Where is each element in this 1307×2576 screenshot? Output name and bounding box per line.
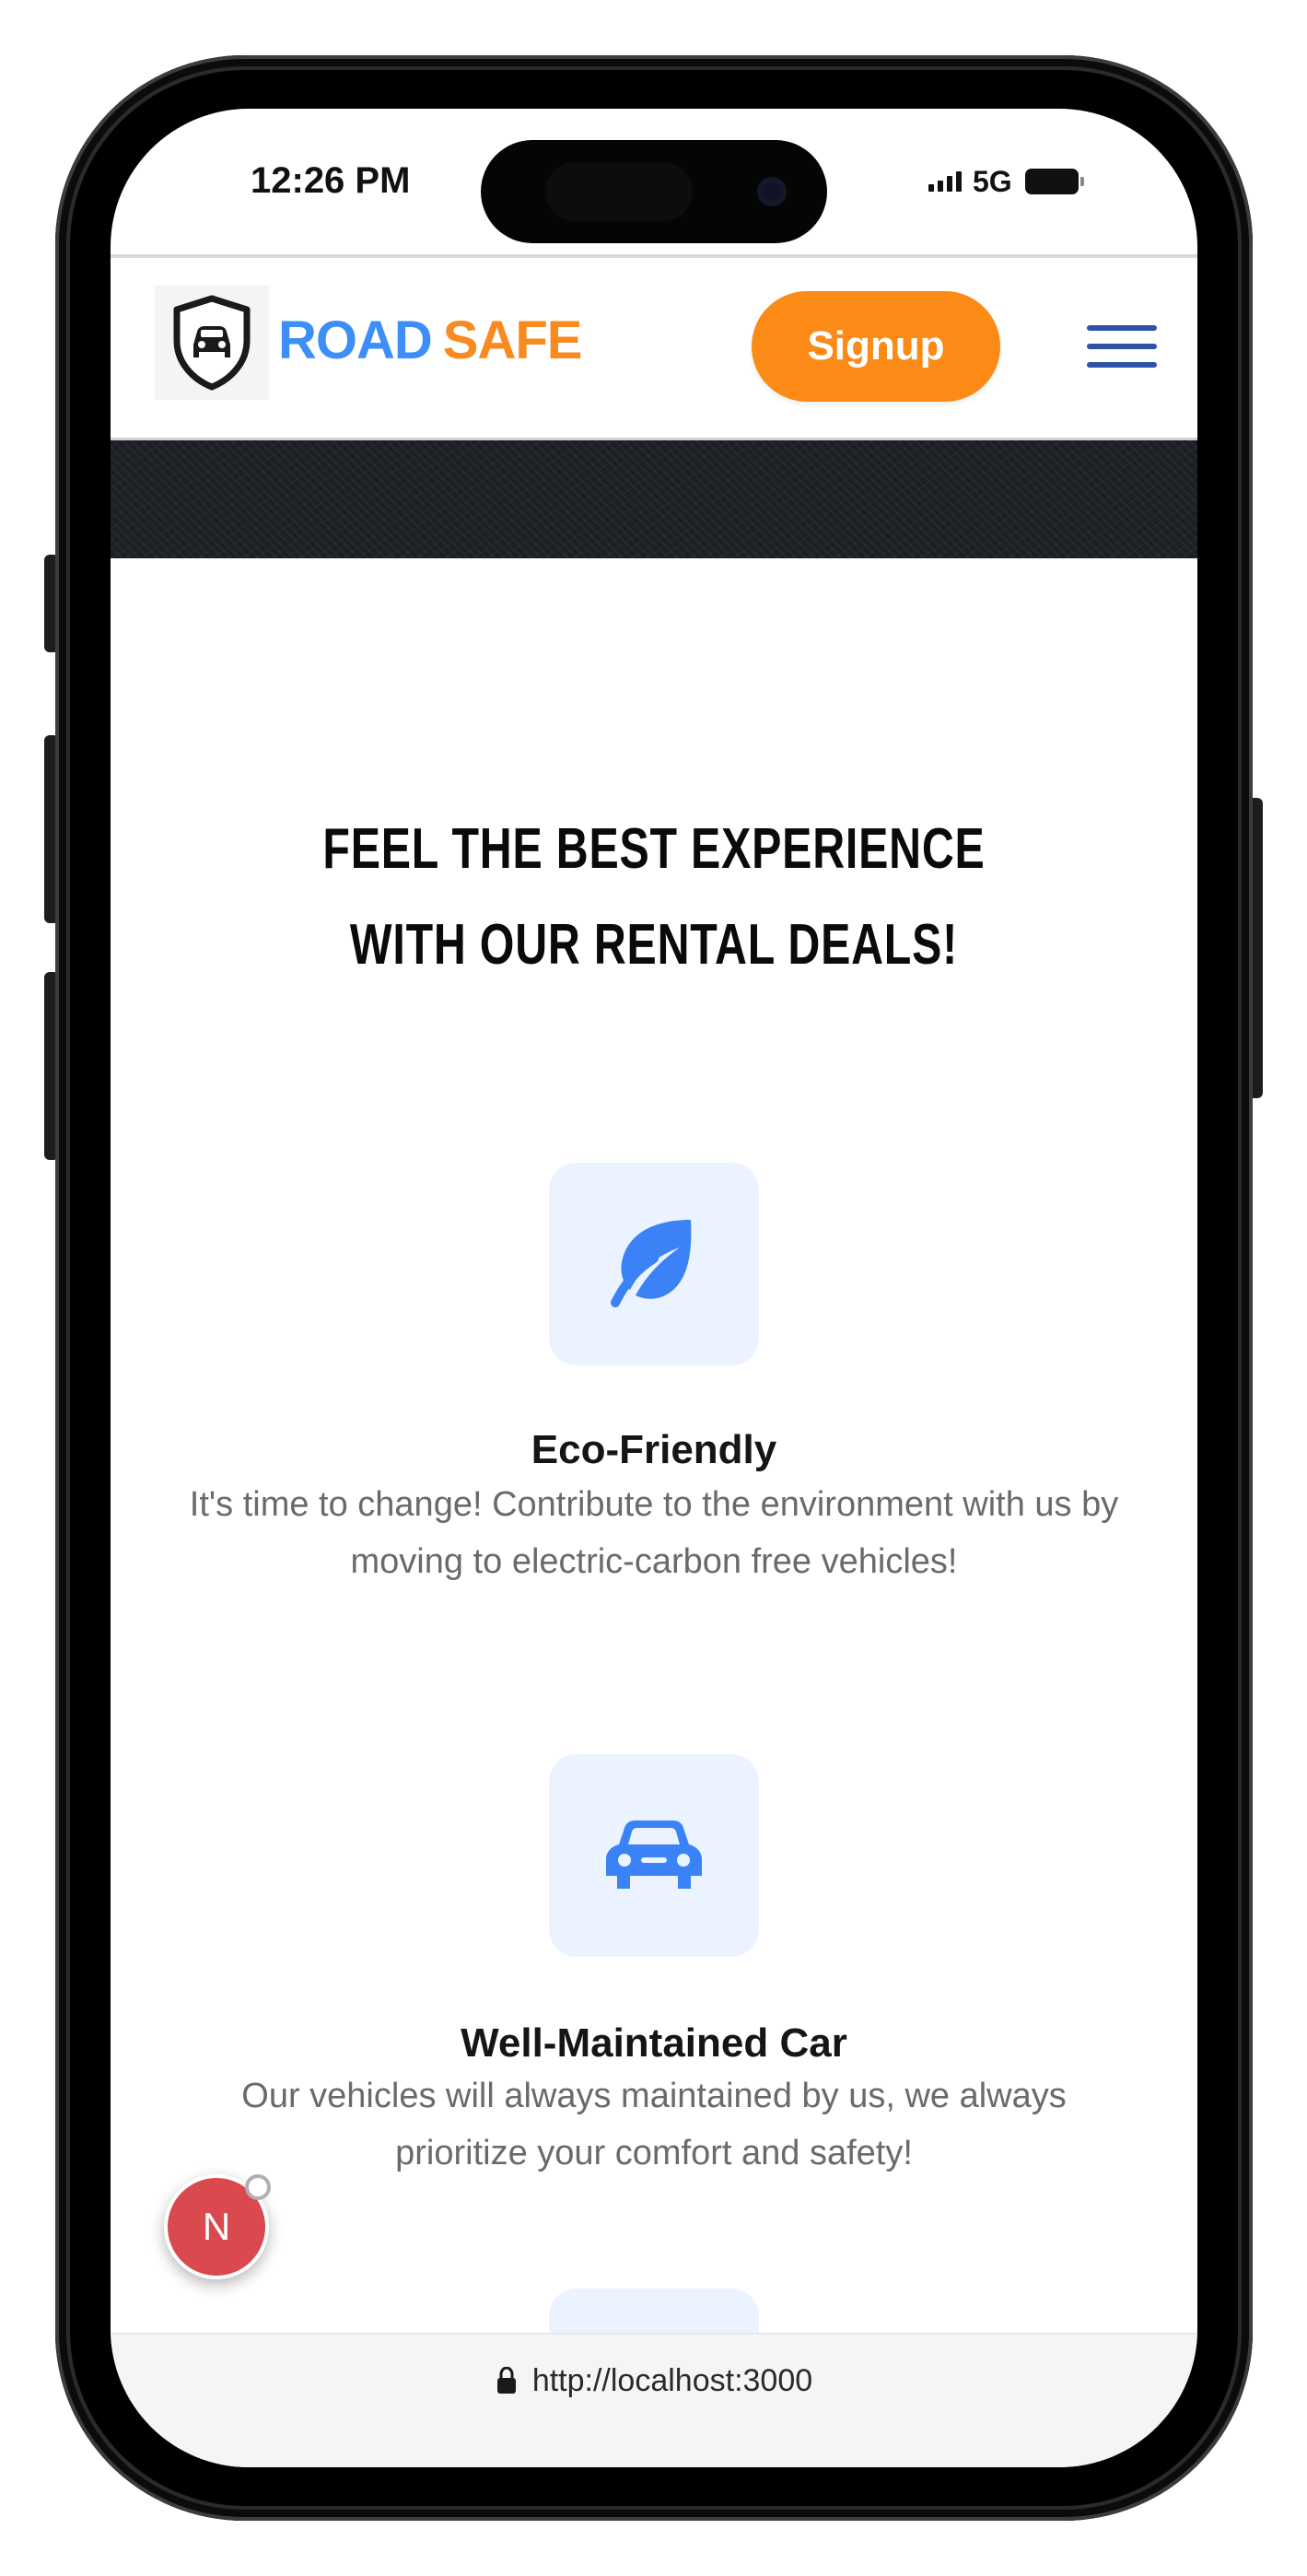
brand-name[interactable]: ROAD SAFE	[278, 304, 583, 378]
battery-icon	[1024, 169, 1084, 194]
status-time: 12:26 PM	[251, 160, 411, 201]
phone-screen: 12:26 PM 5G ROAD SAFE Signup FEEL THE BE…	[111, 109, 1197, 2467]
site-header: ROAD SAFE Signup	[111, 258, 1197, 440]
section-title-line-1: FEEL THE BEST EXPERIENCE	[322, 817, 986, 881]
url-display: http://localhost:3000	[111, 2355, 1197, 2406]
status-indicators: 5G	[928, 160, 1122, 203]
dynamic-island	[481, 140, 827, 243]
section-title: FEEL THE BEST EXPERIENCE WITH OUR RENTAL…	[259, 802, 1049, 993]
url-text: http://localhost:3000	[531, 2363, 813, 2398]
brand-name-first: ROAD	[278, 310, 433, 370]
island-sensor	[545, 162, 693, 221]
hamburger-menu-icon[interactable]	[1087, 311, 1162, 381]
section-title-line-2: WITH OUR RENTAL DEALS!	[349, 913, 959, 977]
feature-description: It's time to change! Contribute to the e…	[189, 1485, 1119, 1581]
badge-indicator-dot	[245, 2174, 271, 2200]
signal-bars-icon	[928, 171, 965, 192]
brand-logo[interactable]	[155, 286, 269, 400]
network-type: 5G	[973, 165, 1012, 198]
feature-title: Eco-Friendly	[531, 1427, 777, 1472]
browser-url-bar[interactable]: http://localhost:3000	[111, 2333, 1197, 2467]
front-camera	[757, 177, 787, 206]
feature-icon-tile	[549, 1163, 759, 1365]
feature-description: Our vehicles will always maintained by u…	[241, 2077, 1067, 2172]
car-icon	[606, 1821, 702, 1889]
feature-icon-tile	[549, 1754, 759, 1957]
brand-name-second: SAFE	[442, 310, 583, 370]
leaf-icon	[611, 1220, 692, 1307]
shield-car-logo-icon	[173, 295, 251, 391]
feature-title: Well-Maintained Car	[461, 2020, 847, 2066]
lock-icon	[496, 2367, 516, 2394]
signup-button[interactable]: Signup	[752, 291, 1000, 402]
hero-banner	[111, 440, 1197, 558]
